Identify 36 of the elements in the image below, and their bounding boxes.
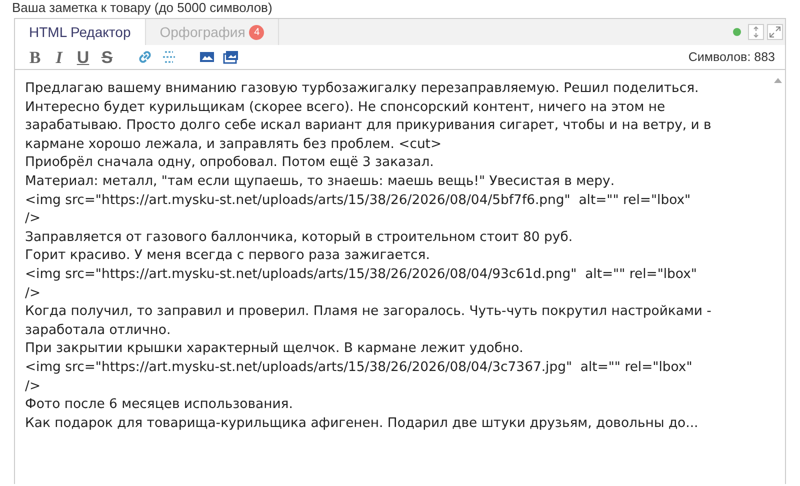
text-line: /> bbox=[25, 284, 40, 303]
bold-button[interactable]: B bbox=[25, 47, 45, 67]
link-icon bbox=[137, 49, 153, 65]
vertical-arrows-icon bbox=[751, 26, 761, 38]
resize-button[interactable] bbox=[748, 24, 764, 40]
editor-tab[interactable]: HTML Редактор bbox=[15, 19, 146, 45]
text-line: зарабатываю. Просто долго себе искал вариант для прикуривания сигарет, чтобы и на ветру, и в bbox=[25, 117, 712, 136]
field-label: Ваша заметка к товару (до 5000 символов) bbox=[12, 0, 272, 15]
text-line: Интересно будет курильщикам (скорее всего). Не спонсорский контент, ничего на этом не bbox=[25, 98, 666, 117]
character-counter: Символов: 883 bbox=[688, 48, 775, 66]
text-line: кармане хорошо лежала, и заправлять без проблем. <cut> bbox=[25, 136, 442, 154]
text-line: /> bbox=[25, 210, 40, 228]
text-line: <img src="https://art.mysku-st.net/uploads/arts/15/38/26/2026/08/04/93c61d.png" alt="" rel="lbox" bbox=[25, 266, 697, 284]
gallery-icon bbox=[223, 49, 239, 65]
text-line: Фото после 6 месяцев использования. bbox=[25, 396, 293, 414]
text-line: заработала отлично. bbox=[25, 322, 171, 340]
text-line: Как подарок для товарища-курильщика афигенен. Подарил две штуки друзьям, довольны до... bbox=[25, 414, 698, 433]
text-line: Когда получил, то заправил и проверил. Пламя не загоралось. Чуть-чуть покрутил настройками - bbox=[25, 303, 712, 322]
cut-marker-icon bbox=[161, 49, 177, 65]
text-line: <img src="https://art.mysku-st.net/uploads/arts/15/38/26/2026/08/04/3c7367.jpg" alt="" rel="lbox" bbox=[25, 358, 692, 377]
text-line: Предлагаю вашему вниманию газовую турбозажигалку перезаправляемую. Решил поделиться. bbox=[25, 80, 699, 98]
text-line: Материал: металл, "там если щупаешь, то знаешь: маешь вещь!" Увесистая в меру. bbox=[25, 172, 615, 191]
expand-icon bbox=[769, 26, 781, 38]
text-line: Горит красиво. У меня всегда с первого раза зажигается. bbox=[25, 247, 430, 266]
fullscreen-button[interactable] bbox=[767, 24, 783, 40]
text-line: <img src="https://art.mysku-st.net/uploads/arts/15/38/26/2026/08/04/5bf7f6.png" alt="" rel="lbox" bbox=[25, 192, 691, 210]
count-badge: 4 bbox=[249, 24, 264, 40]
text-line: Заправляется от газового баллончика, который в строительном стоит 80 руб. bbox=[25, 228, 573, 247]
text-line: Приобрёл сначала одну, опробовал. Потом ещё 3 заказал. bbox=[25, 154, 434, 172]
scroll-up-icon[interactable] bbox=[773, 76, 783, 84]
italic-button[interactable]: I bbox=[49, 47, 69, 67]
underline-button[interactable]: U bbox=[73, 47, 93, 67]
image-icon bbox=[199, 49, 215, 65]
text-line: /> bbox=[25, 378, 40, 396]
text-line: При закрытии крышки характерный щелчок. В кармане лежит удобно. bbox=[25, 340, 524, 358]
strikethrough-button[interactable]: S bbox=[97, 47, 117, 67]
